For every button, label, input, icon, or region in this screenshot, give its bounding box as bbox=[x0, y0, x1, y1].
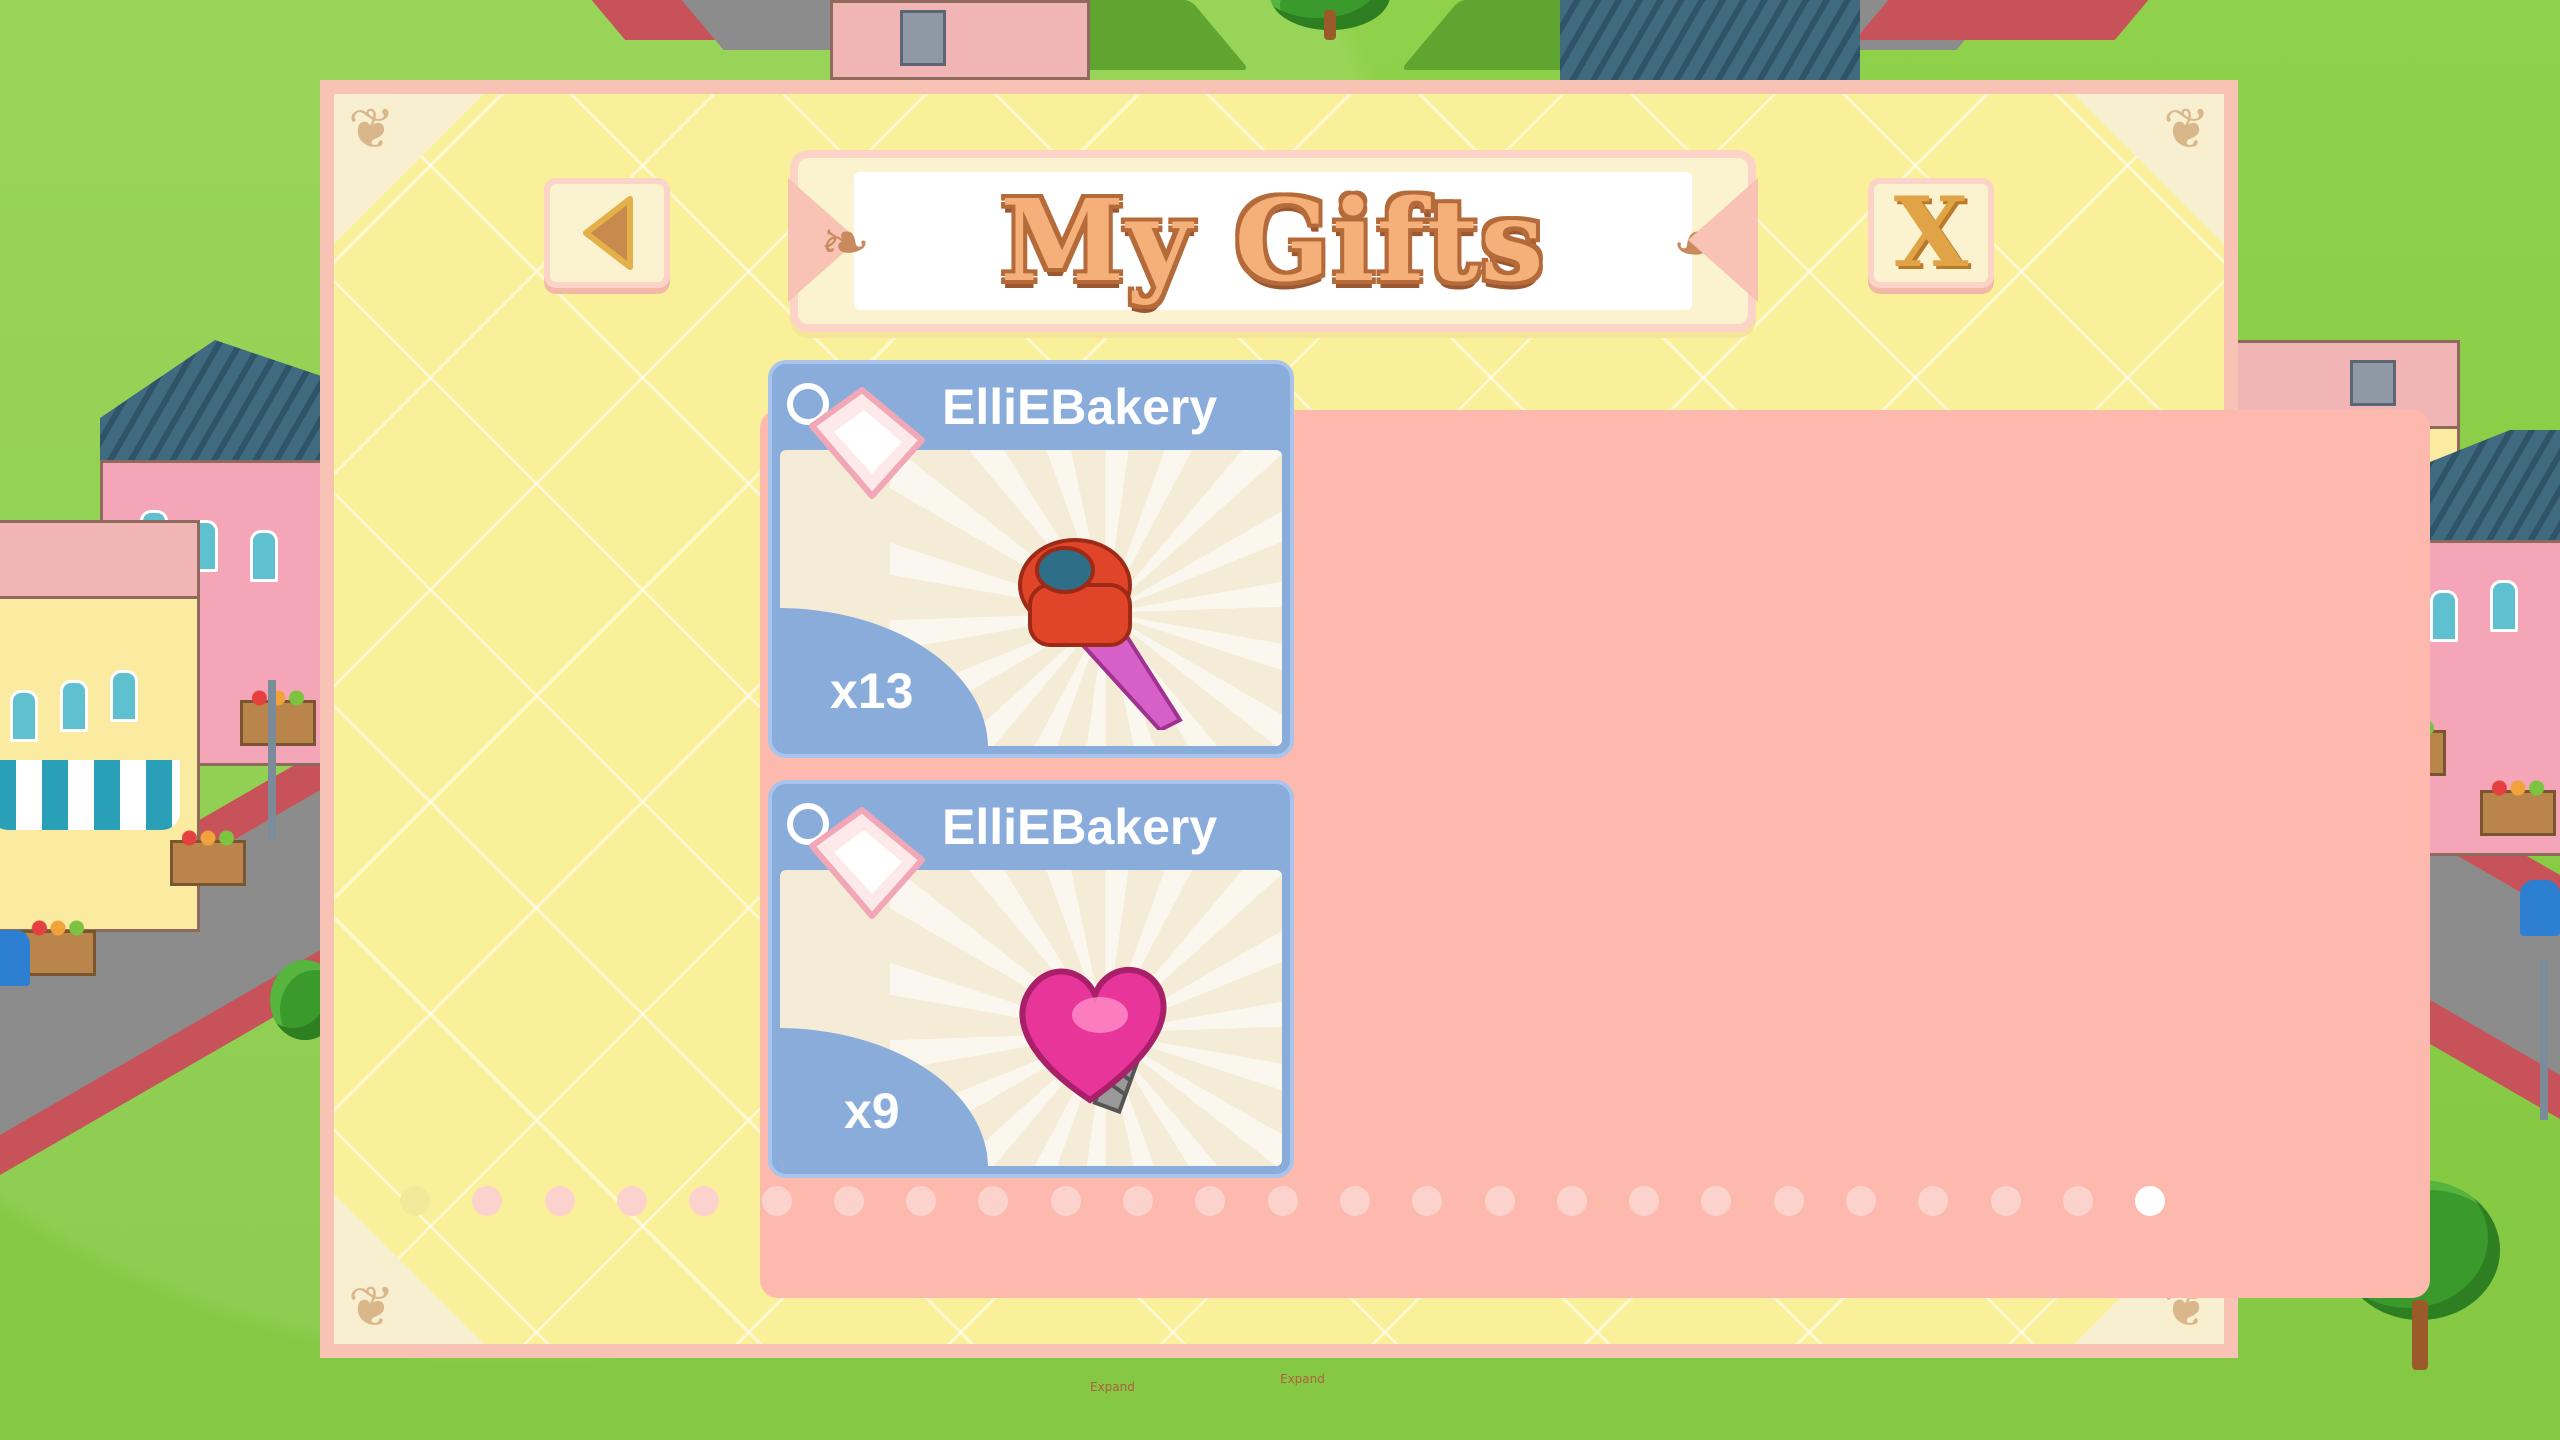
title-banner: ❧ My Gifts ☙ bbox=[790, 150, 1756, 332]
street-lamp bbox=[2540, 960, 2548, 1120]
page-dot[interactable] bbox=[1846, 1186, 1876, 1216]
page-dot[interactable] bbox=[1701, 1186, 1732, 1216]
page-indicator bbox=[400, 1186, 2166, 1216]
page-dot[interactable] bbox=[1918, 1186, 1949, 1216]
building bbox=[1560, 0, 1860, 80]
page-dot[interactable] bbox=[2062, 1186, 2093, 1216]
page-dot[interactable] bbox=[1412, 1186, 1443, 1216]
corner-ornament: ❦ bbox=[2074, 94, 2224, 244]
corner-ornament: ❦ bbox=[334, 1194, 484, 1344]
page-dot[interactable] bbox=[1267, 1186, 1298, 1216]
mailbox bbox=[2520, 880, 2560, 936]
gift-sender: ElliEBakery bbox=[942, 799, 1218, 855]
close-icon: X bbox=[1893, 176, 1969, 289]
produce-stand bbox=[240, 689, 316, 746]
building bbox=[830, 0, 1090, 80]
page-dot[interactable] bbox=[1123, 1186, 1153, 1216]
page-dot[interactable] bbox=[906, 1186, 937, 1216]
page-dot[interactable] bbox=[1484, 1186, 1515, 1216]
page-dot[interactable] bbox=[689, 1186, 720, 1216]
page-dot[interactable] bbox=[1339, 1186, 1370, 1216]
page-dot[interactable] bbox=[616, 1186, 647, 1216]
piping-tip-icon bbox=[1018, 538, 1183, 730]
gift-quantity: x9 bbox=[844, 1083, 900, 1139]
expand-label: Expand bbox=[1090, 1380, 1135, 1394]
page-dot[interactable] bbox=[1556, 1186, 1587, 1216]
produce-stand bbox=[20, 919, 96, 976]
page-dot[interactable] bbox=[544, 1186, 575, 1216]
page-dot[interactable] bbox=[472, 1186, 503, 1216]
page-dot[interactable] bbox=[1050, 1186, 1081, 1216]
expand-label: Expand bbox=[1280, 1372, 1325, 1386]
page-dot[interactable] bbox=[2135, 1186, 2166, 1216]
heart-piping-tip-icon bbox=[1019, 966, 1167, 1115]
close-button[interactable]: X bbox=[1868, 178, 1994, 288]
flourish-icon: ☙ bbox=[1672, 208, 1726, 278]
back-button[interactable] bbox=[544, 178, 670, 288]
page-dot[interactable] bbox=[1195, 1186, 1226, 1216]
gift-sender: ElliEBakery bbox=[942, 379, 1218, 435]
gift-tag-icon bbox=[787, 383, 925, 499]
corner-ornament: ❦ bbox=[334, 94, 484, 244]
dialog-title: My Gifts bbox=[1000, 175, 1546, 307]
page-dot[interactable] bbox=[400, 1186, 430, 1216]
page-dot[interactable] bbox=[761, 1186, 792, 1216]
sidewalk bbox=[1854, 0, 2166, 40]
tree bbox=[1270, 0, 1390, 80]
page-dot[interactable] bbox=[1629, 1186, 1660, 1216]
gift-tag-icon bbox=[787, 803, 925, 919]
gifts-dialog: ❦ ❦ ❦ ❦ ❧ My Gifts ☙ X x13 ElliEBakery x… bbox=[320, 80, 2430, 1358]
page-dot[interactable] bbox=[1773, 1186, 1804, 1216]
produce-stand bbox=[170, 829, 246, 886]
page-dot[interactable] bbox=[1990, 1186, 2021, 1216]
produce-stand bbox=[2480, 779, 2556, 836]
page-dot[interactable] bbox=[978, 1186, 1009, 1216]
flourish-icon: ❧ bbox=[820, 208, 871, 278]
gift-card[interactable]: x9 ElliEBakery bbox=[768, 780, 1294, 1178]
gift-quantity: x13 bbox=[830, 663, 914, 719]
street-lamp bbox=[268, 680, 276, 840]
page-dot[interactable] bbox=[833, 1186, 864, 1216]
gift-card[interactable]: x13 ElliEBakery bbox=[768, 360, 1294, 758]
left-arrow-icon bbox=[583, 196, 633, 270]
mailbox bbox=[0, 930, 30, 986]
